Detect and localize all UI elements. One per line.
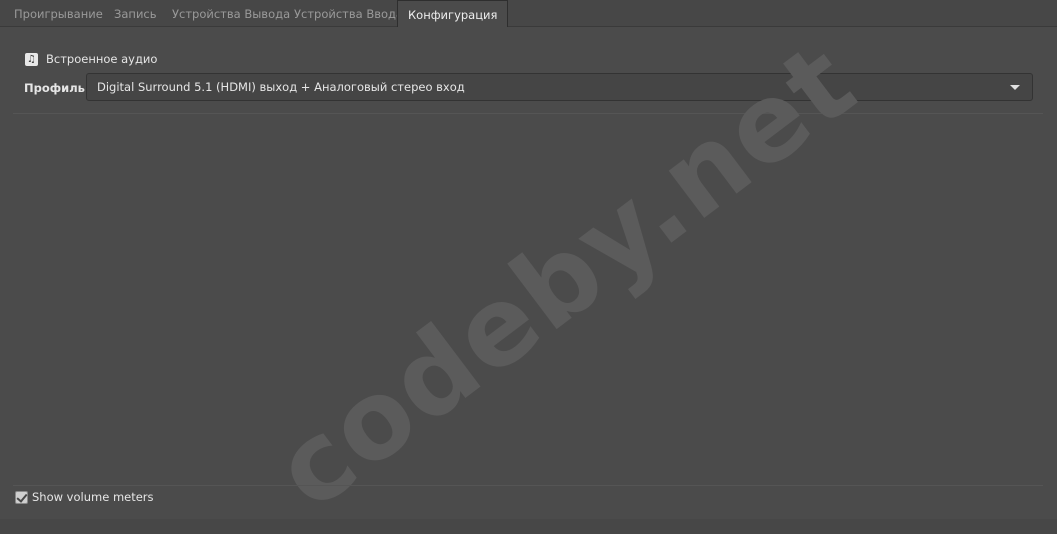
device-header: ♫ Встроенное аудио xyxy=(25,52,157,66)
profile-dropdown[interactable]: Digital Surround 5.1 (HDMI) выход + Анал… xyxy=(86,73,1033,101)
tab-configuration[interactable]: Конфигурация xyxy=(397,0,509,28)
tab-recording[interactable]: Запись xyxy=(104,0,167,27)
show-volume-meters-checkbox[interactable] xyxy=(15,490,28,504)
configuration-panel: ♫ Встроенное аудио Профиль: Digital Surr… xyxy=(0,19,1057,534)
tab-playback[interactable]: Проигрывание xyxy=(4,0,113,27)
profile-label: Профиль: xyxy=(24,81,90,95)
show-volume-meters-label: Show volume meters xyxy=(32,490,154,504)
tab-output-devices[interactable]: Устройства Вывода xyxy=(162,0,300,27)
tab-bar: Проигрывание Запись Устройства Вывода Ус… xyxy=(0,0,1057,28)
tab-input-devices[interactable]: Устройства Ввода xyxy=(284,0,413,27)
profile-selected-value: Digital Surround 5.1 (HDMI) выход + Анал… xyxy=(97,80,465,94)
divider-top xyxy=(13,113,1043,114)
chevron-down-icon xyxy=(1010,85,1020,90)
device-name: Встроенное аудио xyxy=(46,52,158,66)
music-note-icon: ♫ xyxy=(25,52,38,66)
divider-bottom xyxy=(13,485,1043,486)
show-volume-meters-option[interactable]: Show volume meters xyxy=(15,490,154,504)
watermark: codeby.net xyxy=(252,19,879,534)
